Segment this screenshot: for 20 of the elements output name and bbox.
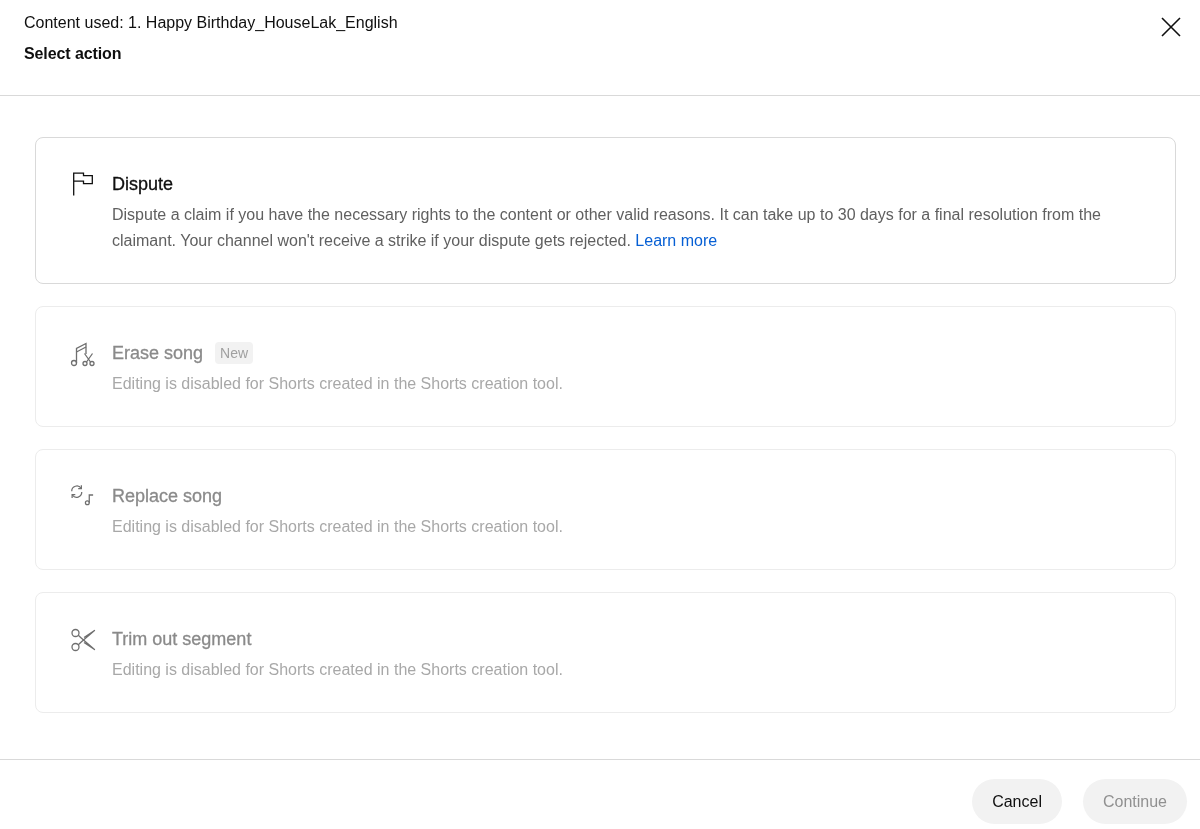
music-note-scissors-icon xyxy=(70,341,96,367)
action-description: Editing is disabled for Shorts created in the Shorts creation tool. xyxy=(112,517,564,537)
action-title: Replace song xyxy=(112,485,223,508)
sync-music-note-icon xyxy=(70,484,96,506)
cancel-button[interactable]: Cancel xyxy=(972,779,1062,824)
action-description: Editing is disabled for Shorts created in the Shorts creation tool. xyxy=(112,374,564,394)
learn-more-link[interactable]: Learn more xyxy=(635,232,718,249)
action-title: Erase song xyxy=(112,342,204,365)
close-icon xyxy=(1160,16,1182,38)
close-button[interactable] xyxy=(1160,16,1182,38)
action-description: Dispute a claim if you have the necessary rights to the content or other valid reasons. It can take up to 30 days for a final resolution from the claimant. Your channel won't receive a strike if your dispute gets rejected. Learn more xyxy=(112,205,1102,251)
content-used-text: Content used: 1. Happy Birthday_HouseLak_English xyxy=(24,13,398,33)
action-title: Dispute xyxy=(112,173,174,196)
scissors-icon xyxy=(70,627,96,653)
flag-icon xyxy=(72,172,94,196)
action-title: Trim out segment xyxy=(112,628,252,651)
action-option[interactable] xyxy=(35,137,1176,284)
dialog-title: Select action xyxy=(24,44,123,64)
new-tag: New xyxy=(215,342,254,364)
action-description: Editing is disabled for Shorts created in the Shorts creation tool. xyxy=(112,660,564,680)
